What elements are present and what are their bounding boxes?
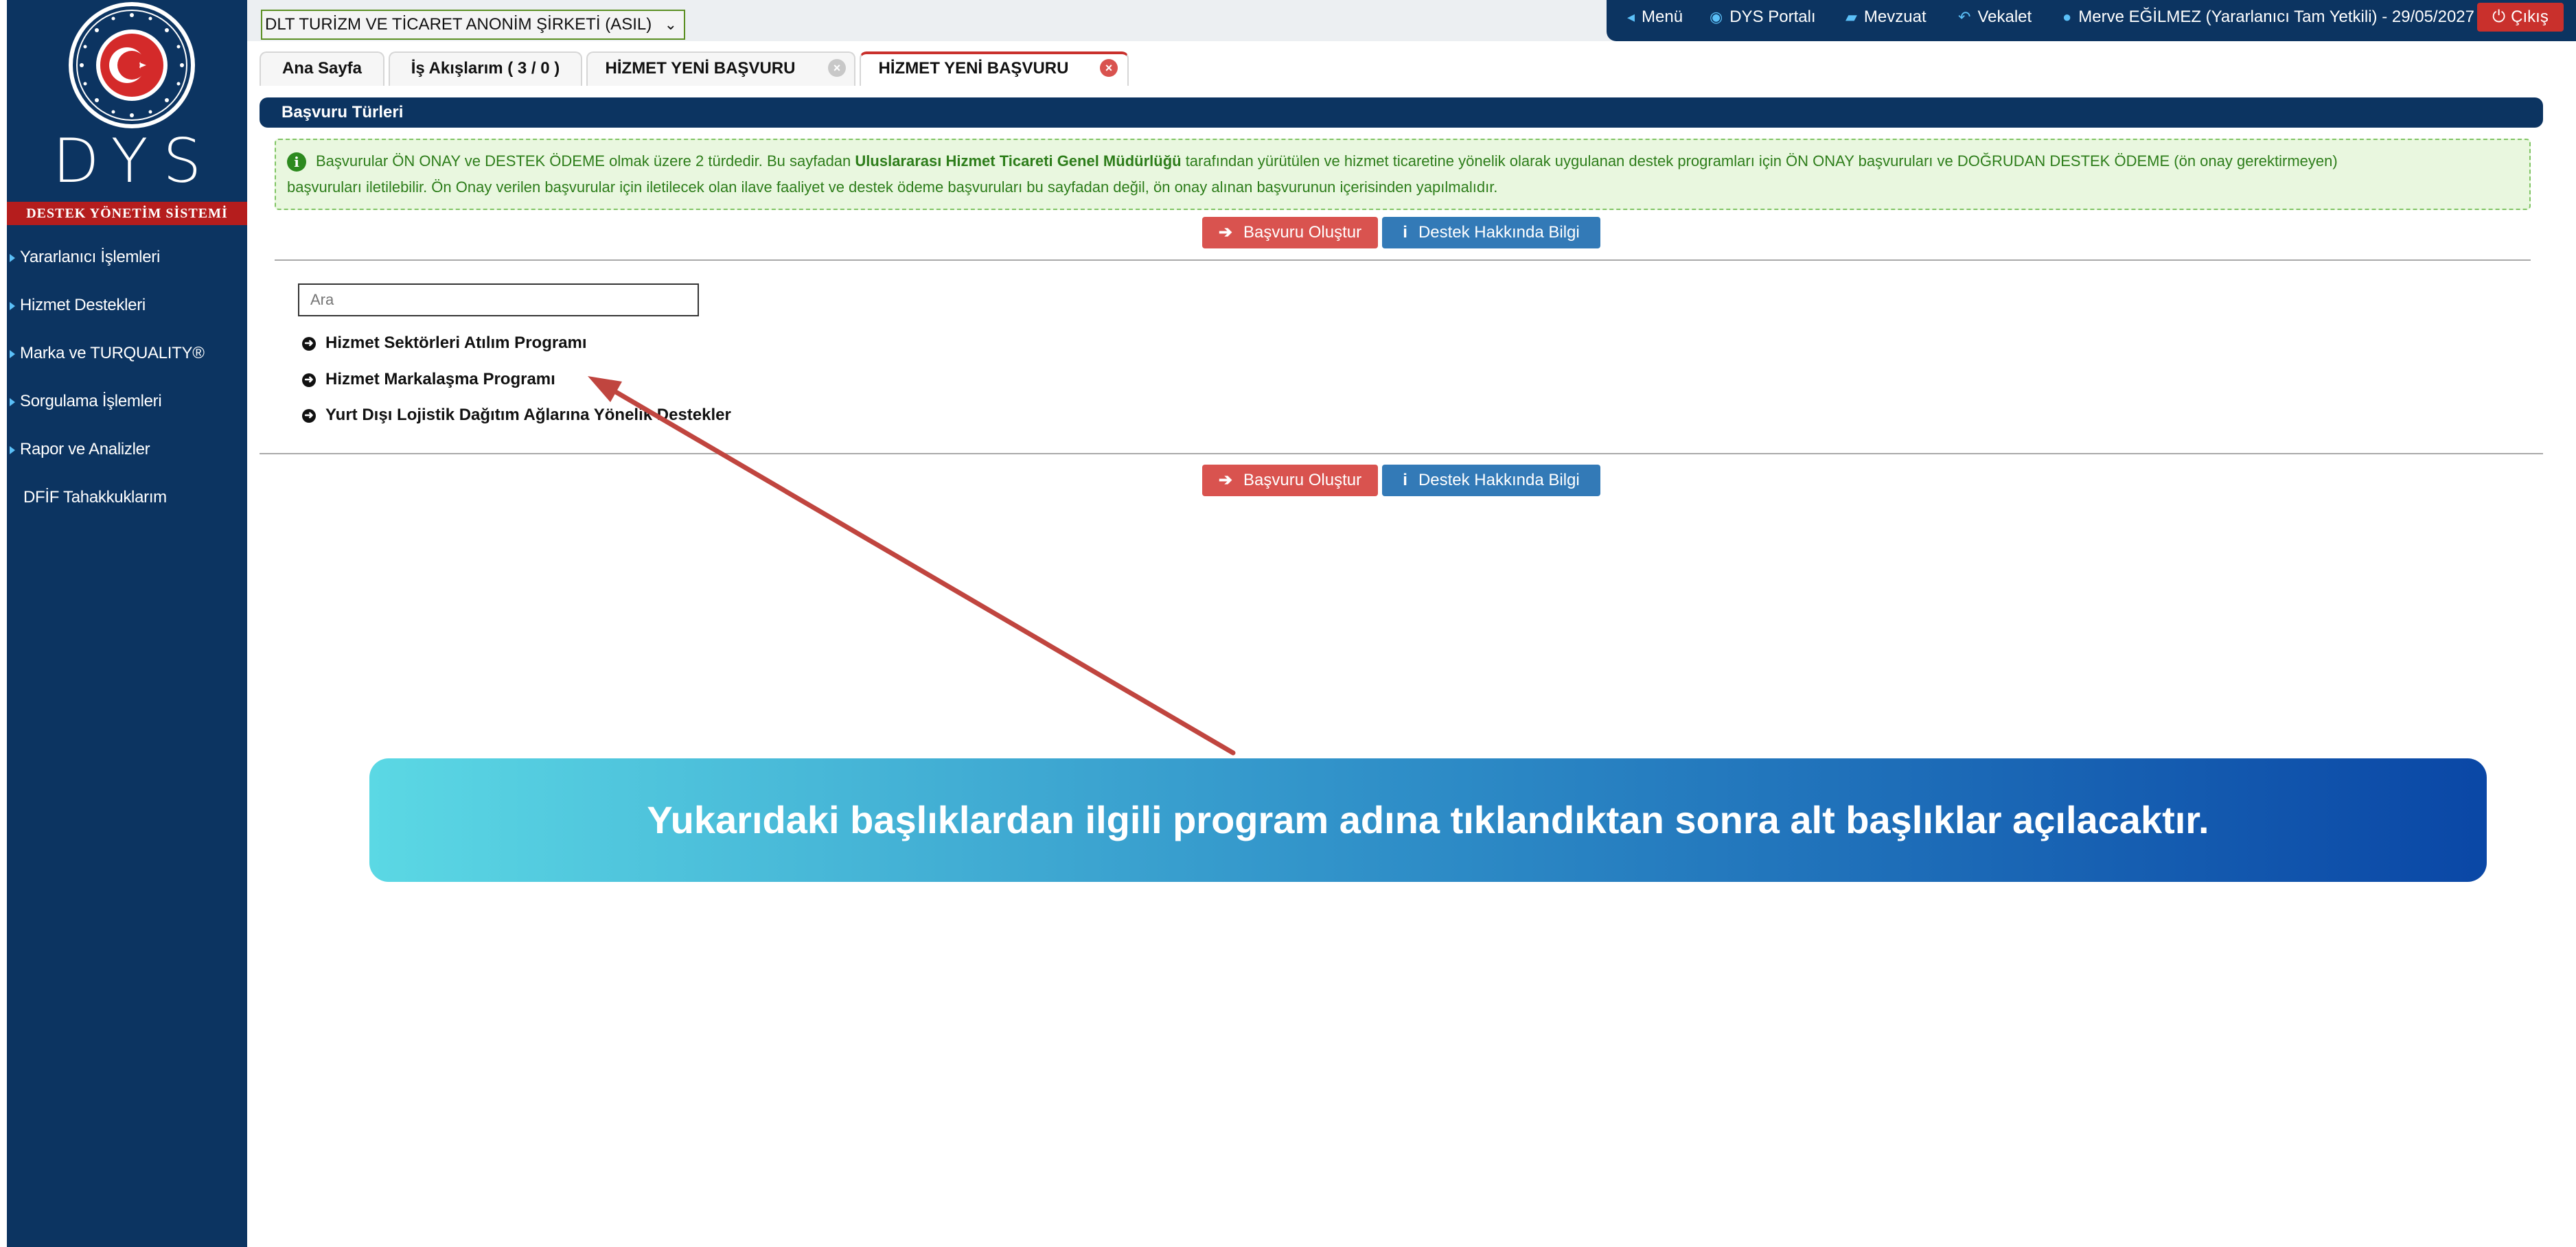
arrow-right-icon: ➔ (1218, 223, 1233, 242)
user-label: Merve EĞİLMEZ (Yararlanıcı Tam Yetkili) … (2078, 8, 2474, 26)
company-select-value: DLT TURİZM VE TİCARET ANONİM ŞİRKETİ (AS… (265, 15, 652, 34)
button-label: Destek Hakkında Bilgi (1418, 471, 1580, 489)
info-icon: i (287, 152, 306, 172)
caret-right-icon (10, 445, 15, 454)
portal-label: DYS Portalı (1729, 8, 1816, 26)
chevron-down-icon: ⌄ (664, 16, 677, 33)
sidebar-item-label: Marka ve TURQUALITY® (20, 344, 205, 362)
program-label: Hizmet Markalaşma Programı (325, 370, 555, 388)
sidebar-item-label: Yararlanıcı İşlemleri (20, 248, 160, 266)
instruction-callout: Yukarıdaki başlıklardan ilgili program a… (369, 758, 2487, 882)
button-label: Başvuru Oluştur (1243, 223, 1362, 242)
portal-link[interactable]: ◉ DYS Portalı (1710, 5, 1816, 29)
sidebar-item-reports[interactable]: Rapor ve Analizler (10, 439, 150, 460)
sidebar-item-turquality[interactable]: Marka ve TURQUALITY® (10, 343, 205, 364)
system-subtitle: DESTEK YÖNETİM SİSTEMİ (7, 202, 247, 225)
tab-service-application-2[interactable]: HİZMET YENİ BAŞVURU (860, 51, 1129, 86)
logout-button[interactable]: ⏻ Çıkış (2477, 3, 2564, 32)
panel-title: Başvuru Türleri (260, 97, 2543, 128)
close-tab-icon[interactable]: × (1100, 59, 1118, 77)
logout-label: Çıkış (2511, 8, 2549, 26)
globe-icon: ◉ (1710, 8, 1723, 25)
support-info-button[interactable]: i Destek Hakkında Bilgi (1382, 217, 1600, 248)
sidebar-item-beneficiary[interactable]: Yararlanıcı İşlemleri (10, 247, 160, 268)
info-text-bold: Uluslararası Hizmet Ticareti Genel Müdür… (855, 152, 1182, 170)
info-icon: i (1403, 223, 1407, 242)
legislation-link[interactable]: ▰ Mevzuat (1845, 5, 1927, 29)
sidebar-item-service-supports[interactable]: Hizmet Destekleri (10, 295, 146, 316)
arrow-circle-right-icon: ➜ (302, 408, 316, 423)
sidebar-item-label: Sorgulama İşlemleri (20, 392, 162, 410)
caret-right-icon (10, 397, 15, 406)
sidebar-item-dfif[interactable]: DFİF Tahakkuklarım (23, 487, 167, 508)
sidebar-item-queries[interactable]: Sorgulama İşlemleri (10, 391, 162, 412)
arrow-right-icon: ➔ (1218, 471, 1233, 489)
arrow-circle-right-icon: ➜ (302, 373, 316, 387)
program-label: Hizmet Sektörleri Atılım Programı (325, 334, 587, 352)
button-label: Başvuru Oluştur (1243, 471, 1362, 489)
tab-label: HİZMET YENİ BAŞVURU (605, 59, 796, 78)
program-label: Yurt Dışı Lojistik Dağıtım Ağlarına Yöne… (325, 406, 731, 424)
tab-home[interactable]: Ana Sayfa (260, 51, 384, 86)
program-item-sector-breakthrough[interactable]: ➜ Hizmet Sektörleri Atılım Programı (302, 333, 587, 353)
menu-link[interactable]: ◂ Menü (1627, 5, 1683, 29)
support-info-button-bottom[interactable]: i Destek Hakkında Bilgi (1382, 465, 1600, 496)
info-alert: i Başvurular ÖN ONAY ve DESTEK ÖDEME olma… (275, 139, 2531, 210)
divider (275, 259, 2531, 261)
caret-right-icon (10, 253, 15, 262)
tab-service-application-1[interactable]: HİZMET YENİ BAŞVURU (586, 51, 855, 86)
info-text-part1: Başvurular ÖN ONAY ve DESTEK ÖDEME olmak… (316, 152, 855, 170)
logo-text: DYS (52, 126, 217, 196)
sidebar: DYS (7, 0, 247, 1247)
user-icon: ● (2062, 8, 2072, 25)
sidebar-item-label: Rapor ve Analizler (20, 440, 150, 458)
create-application-button[interactable]: ➔ Başvuru Oluştur (1202, 217, 1378, 248)
caret-right-icon (10, 349, 15, 358)
divider (260, 453, 2543, 454)
book-icon: ▰ (1845, 8, 1857, 25)
legislation-label: Mevzuat (1863, 8, 1927, 26)
ministry-seal-logo (69, 2, 195, 128)
info-icon: i (1403, 471, 1407, 489)
program-item-branding[interactable]: ➜ Hizmet Markalaşma Programı (302, 369, 555, 390)
create-application-button-bottom[interactable]: ➔ Başvuru Oluştur (1202, 465, 1378, 496)
proxy-link[interactable]: ↶ Vekalet (1958, 5, 2032, 29)
search-input[interactable] (298, 283, 699, 316)
tab-label: Ana Sayfa (281, 59, 363, 78)
sidebar-item-label: Hizmet Destekleri (20, 296, 146, 314)
tab-workflows[interactable]: İş Akışlarım ( 3 / 0 ) (389, 51, 582, 86)
power-icon: ⏻ (2492, 8, 2506, 26)
tab-label: HİZMET YENİ BAŞVURU (878, 59, 1069, 78)
arrow-circle-right-icon: ➜ (302, 336, 316, 351)
info-text-part2: tarafından yürütülen ve hizmet ticaretin… (1181, 152, 2338, 170)
caret-left-icon: ◂ (1627, 8, 1635, 25)
reply-icon: ↶ (1958, 8, 1971, 25)
user-info[interactable]: ● Merve EĞİLMEZ (Yararlanıcı Tam Yetkili)… (2062, 5, 2474, 29)
close-tab-icon[interactable]: × (828, 59, 846, 77)
sidebar-item-label: DFİF Tahakkuklarım (23, 488, 167, 506)
proxy-label: Vekalet (1977, 8, 2032, 26)
menu-label: Menü (1642, 8, 1683, 26)
button-label: Destek Hakkında Bilgi (1418, 223, 1580, 242)
caret-right-icon (10, 301, 15, 310)
info-text-line2: başvuruları iletilebilir. Ön Onay verile… (287, 178, 1498, 196)
company-select[interactable]: DLT TURİZM VE TİCARET ANONİM ŞİRKETİ (AS… (261, 10, 685, 40)
program-item-logistics[interactable]: ➜ Yurt Dışı Lojistik Dağıtım Ağlarına Yön… (302, 405, 731, 426)
tab-label: İş Akışlarım ( 3 / 0 ) (411, 59, 560, 78)
